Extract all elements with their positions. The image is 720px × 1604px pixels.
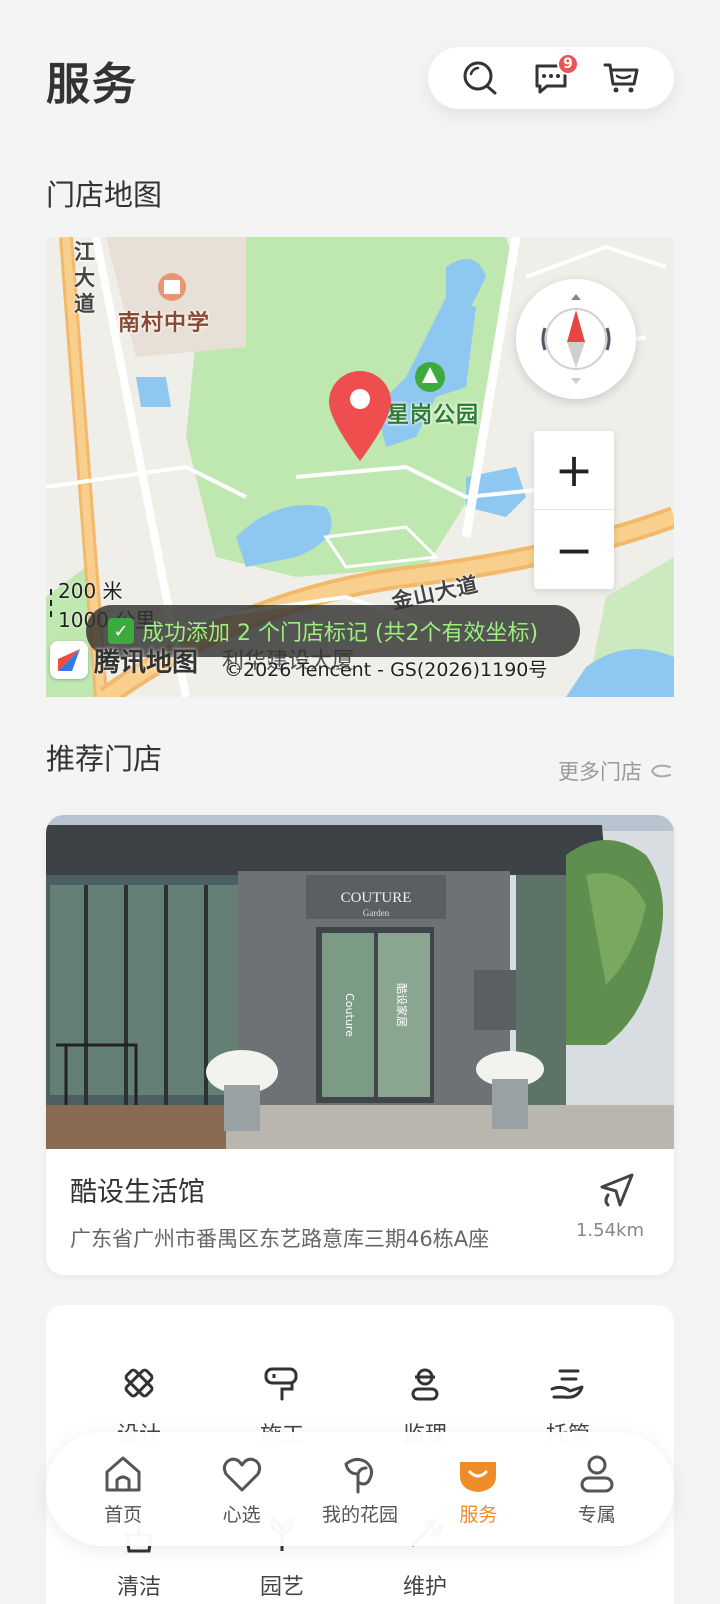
- supervision-icon: [411, 1368, 439, 1401]
- tab-label-picks: 心选: [222, 1503, 261, 1526]
- map-label-school: 南村中学: [118, 311, 211, 336]
- store-sign-sub: Garden: [363, 908, 390, 918]
- home-icon: [105, 1456, 141, 1491]
- bottom-tab-bar: 首页 心选 我的花园 服务 专属: [46, 1432, 674, 1546]
- tab-service[interactable]: 服务: [426, 1452, 530, 1527]
- hosting-icon: [550, 1369, 584, 1399]
- service-label-maintenance: 维护: [402, 1575, 447, 1600]
- tab-label-my-garden: 我的花园: [321, 1503, 398, 1526]
- user-icon: [580, 1455, 614, 1492]
- service-label-cleaning: 清洁: [116, 1575, 161, 1600]
- search-button[interactable]: [458, 56, 502, 100]
- map-logo-text: 腾讯地图: [94, 647, 199, 678]
- scale-label-200: 200 米: [58, 579, 123, 603]
- design-icon: [124, 1368, 154, 1398]
- compass-icon: [541, 294, 611, 384]
- zoom-control: + −: [534, 431, 614, 589]
- store-map[interactable]: 南村中学 七星岗公园 江大道 金山大道 + − 200 米 1000 公里: [46, 237, 674, 697]
- zoom-out-button[interactable]: −: [534, 510, 614, 589]
- service-label-gardening: 园艺: [259, 1575, 304, 1600]
- leaf-icon: [344, 1457, 373, 1493]
- tab-exclusive[interactable]: 专属: [545, 1452, 649, 1527]
- tab-label-exclusive: 专属: [577, 1503, 616, 1526]
- store-name: 酷设生活馆: [70, 1177, 205, 1208]
- map-logo[interactable]: 腾讯地图: [50, 641, 198, 679]
- store-distance: 1.54km: [575, 1220, 644, 1241]
- search-icon: [463, 61, 497, 95]
- tab-label-home: 首页: [104, 1503, 143, 1526]
- scale-bar: [50, 589, 52, 617]
- navigate-icon[interactable]: [598, 1171, 638, 1209]
- messages-button[interactable]: 9: [529, 53, 579, 100]
- tencent-map-icon: [50, 641, 88, 679]
- door-text-left: Couture: [343, 993, 356, 1037]
- service-icon: [460, 1461, 497, 1492]
- page-title: 服务: [46, 59, 138, 110]
- cart-button[interactable]: [600, 56, 644, 100]
- tab-my-garden[interactable]: 我的花园: [308, 1452, 412, 1527]
- arrow-right-icon: [651, 764, 671, 778]
- more-stores-link[interactable]: 更多门店: [558, 756, 674, 786]
- construction-icon: [264, 1367, 298, 1401]
- store-card[interactable]: COUTURE Garden Couture 酷设家居 酷设生活馆 广东省广州市…: [46, 815, 674, 1275]
- map-copyright: ©2026 Tencent - GS(2026)1190号: [224, 659, 548, 681]
- map-label-road-left: 江大道: [74, 240, 96, 316]
- tab-label-service: 服务: [459, 1503, 498, 1526]
- map-section-title: 门店地图: [46, 178, 163, 212]
- location-pin-icon: [329, 371, 391, 461]
- door-text-right: 酷设家居: [395, 983, 409, 1027]
- cart-icon: [603, 63, 639, 93]
- more-stores-label: 更多门店: [558, 760, 642, 784]
- tab-picks[interactable]: 心选: [190, 1452, 294, 1527]
- stores-section-title: 推荐门店: [46, 742, 163, 776]
- store-sign-text: COUTURE: [341, 890, 412, 906]
- service-page: 服务 9 门店地图 南村中学 七星岗公园 江大道 金山大道 + − 200 米 …: [0, 0, 720, 1604]
- store-address: 广东省广州市番禺区东艺路意库三期46栋A座: [70, 1227, 490, 1251]
- top-action-bar: 9: [428, 47, 674, 109]
- tab-home[interactable]: 首页: [71, 1452, 175, 1527]
- heart-icon: [222, 1457, 261, 1491]
- message-badge: 9: [556, 53, 579, 75]
- store-photo: COUTURE Garden Couture 酷设家居: [46, 815, 674, 1149]
- zoom-in-button[interactable]: +: [534, 431, 614, 510]
- compass-button[interactable]: [516, 279, 636, 399]
